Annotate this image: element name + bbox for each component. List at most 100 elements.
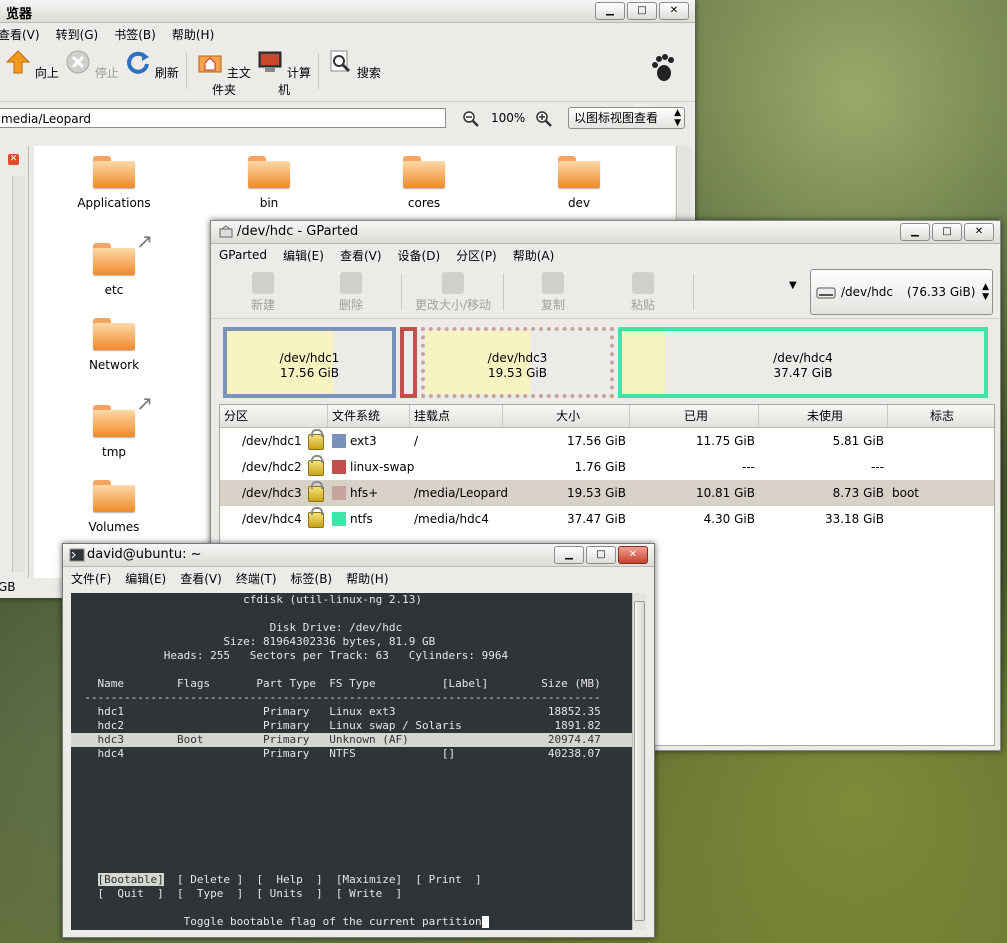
new-button[interactable]: 新建 [223, 272, 303, 313]
delete-button[interactable]: 删除 [311, 272, 391, 313]
column-unused[interactable]: 未使用 [759, 405, 888, 427]
minimize-button[interactable]: ▁ [595, 2, 625, 20]
terminal-window: david@ubuntu: ~ ▁ □ ✕ 文件(F) 编辑(E) 查看(V) … [62, 543, 655, 938]
folder-applications[interactable]: Applications [54, 156, 174, 210]
menu-tabs[interactable]: 标签(B) [291, 570, 333, 587]
menu-gparted[interactable]: GParted [219, 248, 267, 262]
menu-help[interactable]: 帮助(A) [513, 247, 555, 264]
menu-bookmarks[interactable]: 书签(B) [114, 26, 156, 43]
terminal-line: hdc2 Primary Linux swap / Solaris 1891.8… [71, 719, 601, 732]
cell-filesystem: ext3 [350, 434, 377, 448]
partition-block-hdc3[interactable]: /dev/hdc3 19.53 GiB [421, 327, 614, 398]
folder-icon [93, 318, 135, 350]
cell-mountpoint: /media/Leopard [414, 486, 508, 500]
up-button[interactable]: 向上 [2, 49, 62, 81]
folder-cores[interactable]: cores [364, 156, 484, 210]
zoom-out-icon[interactable] [462, 110, 480, 128]
column-used[interactable]: 已用 [630, 405, 759, 427]
column-flags[interactable]: 标志 [888, 405, 992, 427]
status-bar: GB [0, 580, 16, 594]
paste-label: 粘贴 [630, 298, 655, 312]
computer-icon [258, 51, 282, 72]
table-header: 分区 文件系统 挂载点 大小 已用 未使用 标志 [220, 405, 994, 428]
menu-partition[interactable]: 分区(P) [456, 247, 497, 264]
cell-unused: 5.81 GiB [832, 434, 884, 448]
file-manager-title: 览器 [6, 7, 33, 22]
column-partition[interactable]: 分区 [220, 405, 328, 427]
paste-button[interactable]: 粘贴 [603, 272, 683, 313]
cell-mountpoint: / [414, 434, 419, 448]
menu-edit[interactable]: 编辑(E) [283, 247, 324, 264]
close-button[interactable]: ✕ [964, 223, 994, 241]
folder-label: bin [259, 196, 279, 210]
folder-tmp[interactable]: ↗ tmp [54, 391, 174, 459]
maximize-button[interactable]: □ [627, 2, 657, 20]
refresh-button[interactable]: 刷新 [122, 49, 182, 81]
close-pane-icon[interactable]: ✕ [8, 154, 19, 165]
terminal-screen[interactable]: cfdisk (util-linux-ng 2.13) Disk Drive: … [71, 593, 632, 930]
table-row[interactable]: /dev/hdc1 ext3 / 17.56 GiB 11.75 GiB 5.8… [220, 428, 994, 454]
folder-dev[interactable]: dev [519, 156, 639, 210]
terminal-line-highlighted: hdc3 Boot Primary Unknown (AF) 20974.47 [71, 733, 632, 747]
menu-go[interactable]: 转到(G) [56, 26, 99, 43]
resize-move-button[interactable]: 更改大小/移动 [411, 272, 495, 313]
table-row[interactable]: /dev/hdc2 linux-swap 1.76 GiB --- --- [220, 454, 994, 480]
menu-view[interactable]: 查看(V) [0, 26, 40, 43]
file-manager-menubar: 查看(V) 转到(G) 书签(B) 帮助(H) [0, 23, 695, 45]
menu-file[interactable]: 文件(F) [71, 570, 111, 587]
menu-device[interactable]: 设备(D) [398, 247, 441, 264]
toolbar-overflow-icon[interactable]: ▼ [789, 280, 797, 291]
menu-help[interactable]: 帮助(H) [172, 26, 214, 43]
search-icon [330, 50, 351, 73]
new-label: 新建 [250, 298, 275, 312]
column-size[interactable]: 大小 [503, 405, 630, 427]
minimize-button[interactable]: ▁ [554, 546, 584, 564]
side-scrollbar[interactable] [12, 176, 25, 572]
folder-volumes[interactable]: Volumes [54, 480, 174, 534]
bootable-button[interactable]: [Bootable] [97, 873, 164, 886]
close-button[interactable]: ✕ [618, 546, 648, 564]
menu-terminal[interactable]: 终端(T) [236, 570, 277, 587]
device-select[interactable]: /dev/hdc (76.33 GiB) ▲ ▼ [810, 269, 993, 315]
scrollbar-thumb[interactable] [634, 601, 645, 921]
partition-name: /dev/hdc4 [773, 351, 833, 365]
terminal-line: Disk Drive: /dev/hdc [71, 621, 403, 634]
terminal-titlebar[interactable]: david@ubuntu: ~ ▁ □ ✕ [63, 544, 654, 567]
column-mountpoint[interactable]: 挂载点 [410, 405, 503, 427]
gparted-title: /dev/hdc - GParted [237, 224, 359, 239]
minimize-button[interactable]: ▁ [900, 223, 930, 241]
partition-block-hdc2[interactable] [400, 327, 417, 398]
table-row[interactable]: /dev/hdc4 ntfs /media/hdc4 37.47 GiB 4.3… [220, 506, 994, 532]
maximize-button[interactable]: □ [932, 223, 962, 241]
computer-button[interactable]: 计算机 [254, 49, 314, 98]
menu-view[interactable]: 查看(V) [340, 247, 382, 264]
folder-icon [93, 156, 135, 188]
file-manager-titlebar[interactable]: 览器 ▁ □ ✕ [0, 0, 695, 23]
table-row-selected[interactable]: /dev/hdc3 hfs+ /media/Leopard 19.53 GiB … [220, 480, 994, 506]
partition-block-hdc4[interactable]: /dev/hdc4 37.47 GiB [618, 327, 988, 398]
close-button[interactable]: ✕ [659, 2, 689, 20]
menu-view[interactable]: 查看(V) [180, 570, 222, 587]
menu-edit[interactable]: 编辑(E) [125, 570, 166, 587]
stop-button[interactable]: 停止 [62, 49, 122, 81]
cell-filesystem: ntfs [350, 512, 373, 526]
copy-button[interactable]: 复制 [513, 272, 593, 313]
folder-network[interactable]: Network [54, 318, 174, 372]
folder-etc[interactable]: ↗ etc [54, 229, 174, 297]
gparted-titlebar[interactable]: /dev/hdc - GParted ▁ □ ✕ [211, 221, 1000, 244]
stop-label: 停止 [94, 66, 119, 80]
view-mode-select[interactable]: 以图标视图查看 ▲ ▼ [568, 107, 685, 129]
folder-label: Volumes [88, 520, 140, 534]
partition-block-hdc1[interactable]: /dev/hdc1 17.56 GiB [223, 327, 396, 398]
zoom-in-icon[interactable] [535, 110, 553, 128]
search-button[interactable]: 搜索 [324, 49, 384, 81]
column-filesystem[interactable]: 文件系统 [328, 405, 410, 427]
terminal-scrollbar[interactable] [632, 593, 646, 930]
maximize-button[interactable]: □ [586, 546, 616, 564]
location-input[interactable]: media/Leopard [0, 108, 446, 128]
folder-link-icon: ↗ [93, 391, 153, 437]
menu-help[interactable]: 帮助(H) [346, 570, 388, 587]
home-button[interactable]: 主文件夹 [194, 49, 254, 98]
folder-bin[interactable]: bin [209, 156, 329, 210]
cell-used: --- [742, 460, 755, 474]
